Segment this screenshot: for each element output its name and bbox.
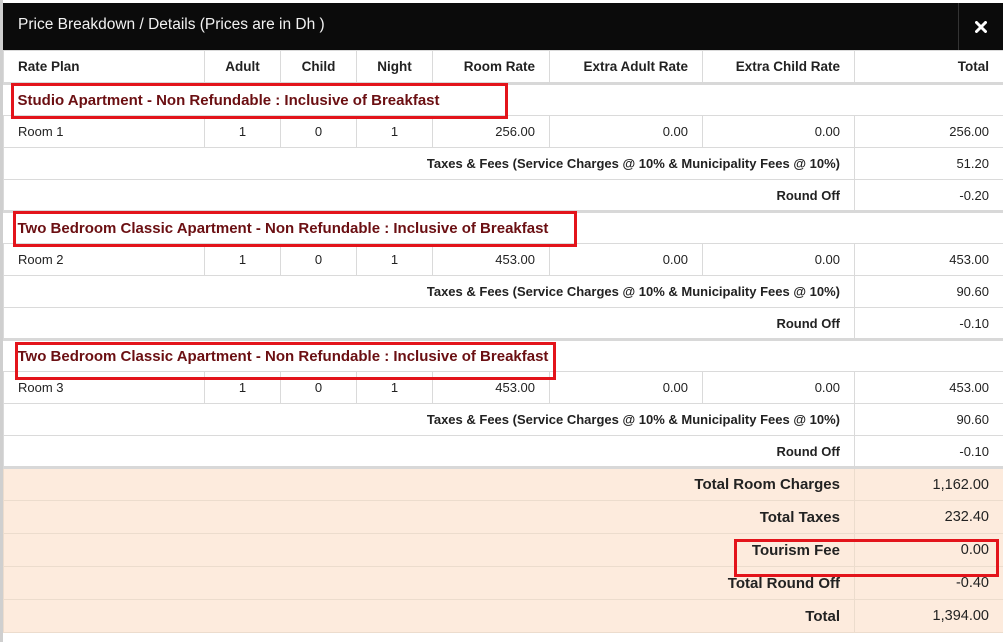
adult-count: 1	[204, 371, 281, 404]
summary-value: 1,162.00	[854, 467, 1003, 501]
summary-row-total-taxes: Total Taxes 232.40	[3, 500, 1003, 534]
child-count: 0	[280, 371, 357, 404]
extra-adult-rate: 0.00	[549, 115, 703, 148]
row-total: 256.00	[854, 115, 1003, 148]
adult-count: 1	[204, 243, 281, 276]
night-count: 1	[356, 243, 433, 276]
round-off-value: -0.10	[854, 307, 1003, 341]
summary-label: Total	[3, 599, 855, 633]
price-breakdown-modal: Price Breakdown / Details (Prices are in…	[0, 0, 1003, 642]
round-off-value: -0.20	[854, 179, 1003, 213]
round-off-row: Round Off -0.10	[3, 307, 1003, 341]
extra-child-rate: 0.00	[702, 371, 855, 404]
room-name: Room 2	[3, 243, 205, 276]
summary-label: Total Round Off	[3, 566, 855, 600]
extra-child-rate: 0.00	[702, 115, 855, 148]
extra-adult-rate: 0.00	[549, 243, 703, 276]
rate-plan-title: Two Bedroom Classic Apartment - Non Refu…	[3, 211, 1003, 244]
row-total: 453.00	[854, 371, 1003, 404]
round-off-label: Round Off	[3, 307, 855, 341]
summary-row-total: Total 1,394.00	[3, 599, 1003, 633]
room-name: Room 3	[3, 371, 205, 404]
taxes-value: 90.60	[854, 275, 1003, 308]
table-row: Room 1 1 0 1 256.00 0.00 0.00 256.00	[3, 115, 1003, 148]
taxes-label: Taxes & Fees (Service Charges @ 10% & Mu…	[3, 275, 855, 308]
column-header: Rate Plan	[3, 50, 205, 85]
summary-value: 0.00	[854, 533, 1003, 567]
taxes-row: Taxes & Fees (Service Charges @ 10% & Mu…	[3, 147, 1003, 180]
rate-plan-row: Two Bedroom Classic Apartment - Non Refu…	[3, 339, 1003, 372]
taxes-label: Taxes & Fees (Service Charges @ 10% & Mu…	[3, 147, 855, 180]
rate-plan-title: Two Bedroom Classic Apartment - Non Refu…	[3, 339, 1003, 372]
summary-value: -0.40	[854, 566, 1003, 600]
modal-header: Price Breakdown / Details (Prices are in…	[3, 3, 1003, 50]
round-off-row: Round Off -0.10	[3, 435, 1003, 469]
summary-value: 232.40	[854, 500, 1003, 534]
night-count: 1	[356, 115, 433, 148]
room-rate: 453.00	[432, 371, 550, 404]
column-header: Room Rate	[432, 50, 550, 85]
round-off-row: Round Off -0.20	[3, 179, 1003, 213]
room-name: Room 1	[3, 115, 205, 148]
taxes-row: Taxes & Fees (Service Charges @ 10% & Mu…	[3, 275, 1003, 308]
column-header: Adult	[204, 50, 281, 85]
night-count: 1	[356, 371, 433, 404]
summary-row-tourism-fee: Tourism Fee 0.00	[3, 533, 1003, 567]
close-button[interactable]	[958, 3, 1003, 50]
adult-count: 1	[204, 115, 281, 148]
taxes-label: Taxes & Fees (Service Charges @ 10% & Mu…	[3, 403, 855, 436]
room-rate: 453.00	[432, 243, 550, 276]
rate-plan-row: Studio Apartment - Non Refundable : Incl…	[3, 83, 1003, 116]
row-total: 453.00	[854, 243, 1003, 276]
round-off-label: Round Off	[3, 179, 855, 213]
child-count: 0	[280, 115, 357, 148]
column-header: Night	[356, 50, 433, 85]
taxes-row: Taxes & Fees (Service Charges @ 10% & Mu…	[3, 403, 1003, 436]
room-rate: 256.00	[432, 115, 550, 148]
round-off-label: Round Off	[3, 435, 855, 469]
close-icon	[975, 20, 987, 33]
modal-title: Price Breakdown / Details (Prices are in…	[18, 16, 325, 33]
child-count: 0	[280, 243, 357, 276]
taxes-value: 90.60	[854, 403, 1003, 436]
column-header: Extra Child Rate	[702, 50, 855, 85]
table-header: Rate Plan Adult Child Night Room Rate Ex…	[3, 50, 1003, 85]
summary-row-total-round-off: Total Round Off -0.40	[3, 566, 1003, 600]
extra-adult-rate: 0.00	[549, 371, 703, 404]
table-row: Room 2 1 0 1 453.00 0.00 0.00 453.00	[3, 243, 1003, 276]
summary-value: 1,394.00	[854, 599, 1003, 633]
summary-label: Tourism Fee	[3, 533, 855, 567]
extra-child-rate: 0.00	[702, 243, 855, 276]
price-table: Rate Plan Adult Child Night Room Rate Ex…	[3, 50, 1003, 633]
round-off-value: -0.10	[854, 435, 1003, 469]
column-header: Child	[280, 50, 357, 85]
table-row: Room 3 1 0 1 453.00 0.00 0.00 453.00	[3, 371, 1003, 404]
taxes-value: 51.20	[854, 147, 1003, 180]
rate-plan-row: Two Bedroom Classic Apartment - Non Refu…	[3, 211, 1003, 244]
summary-row-total-room-charges: Total Room Charges 1,162.00	[3, 467, 1003, 501]
column-header: Total	[854, 50, 1003, 85]
column-header: Extra Adult Rate	[549, 50, 703, 85]
rate-plan-title: Studio Apartment - Non Refundable : Incl…	[3, 83, 1003, 116]
summary-label: Total Room Charges	[3, 467, 855, 501]
summary-label: Total Taxes	[3, 500, 855, 534]
